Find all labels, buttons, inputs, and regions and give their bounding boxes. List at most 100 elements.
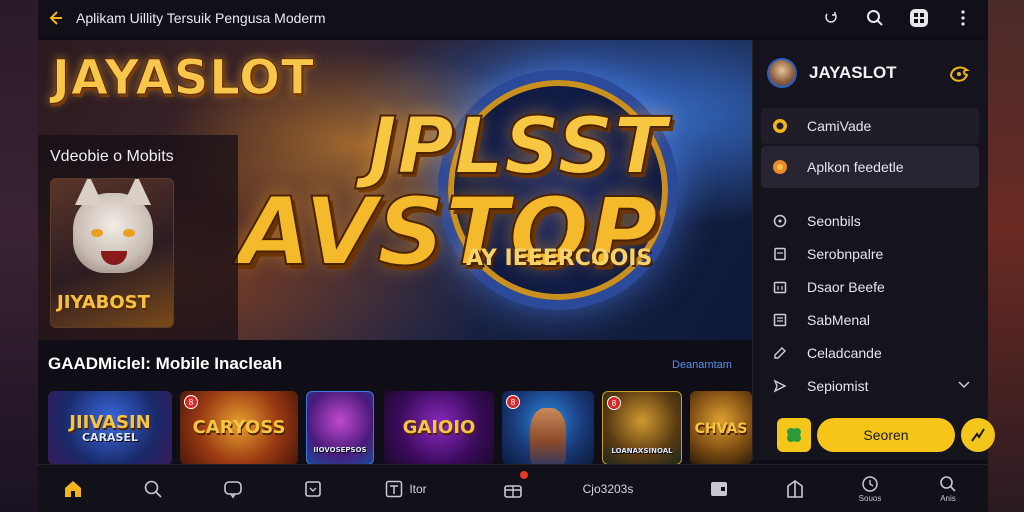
nav-item-itor[interactable]: Itor <box>374 465 438 512</box>
menu-item-label: Dsaor Beefe <box>807 279 885 295</box>
dragon-icon <box>949 66 970 82</box>
menu-item-celadcande[interactable]: Celadcande <box>761 338 979 368</box>
bottom-nav: Itor Cjo3203s Souos Anis <box>38 464 988 512</box>
refresh-button[interactable] <box>820 7 842 29</box>
nav-search[interactable] <box>136 465 170 512</box>
orange-coin-icon <box>771 158 789 176</box>
wing-icon <box>971 428 985 442</box>
search-icon <box>940 476 956 492</box>
nav-rewards[interactable] <box>496 465 530 512</box>
app-window: Aplikam Uillity Tersuik Pengusa Moderm J… <box>38 0 995 512</box>
building-icon <box>787 480 803 498</box>
nav-label: Itor <box>409 482 427 496</box>
game-badge: 8 <box>184 395 198 409</box>
menu-item-label: Sepiomist <box>807 378 869 394</box>
nav-label: Anis <box>940 494 956 503</box>
left-backdrop <box>0 0 40 512</box>
game-tile[interactable]: CHVAS <box>690 391 752 465</box>
apps-icon <box>910 9 928 27</box>
arrow-left-icon <box>49 11 62 25</box>
fighter-character-art <box>530 408 566 464</box>
menu-item-seonbils[interactable]: Seonbils <box>761 206 979 236</box>
game-tile-sub: IIOVOSEPSOS <box>313 445 367 454</box>
hero-banner[interactable]: JAYASLOT JPLSST AVSTOP AY IEEERCOOIS Vde… <box>38 40 752 340</box>
nav-wallet[interactable] <box>296 465 330 512</box>
side-panel: JAYASLOT CamiVade Aplkon feedetle Seonbi… <box>752 40 995 460</box>
nav-cards[interactable] <box>702 465 736 512</box>
nav-home[interactable] <box>56 465 90 512</box>
game-tile-label: CARYOSS <box>192 417 286 438</box>
apps-button[interactable] <box>908 7 930 29</box>
top-actions <box>820 0 974 36</box>
game-tile[interactable]: GAIOIO <box>384 391 494 465</box>
circle-icon <box>771 212 789 230</box>
featured-game-card[interactable]: JIYABOST <box>50 178 174 328</box>
nav-label: Cjo3203s <box>582 482 634 496</box>
game-tile-sub: CARASEL <box>81 430 138 444</box>
chevron-down-icon <box>957 377 971 394</box>
menu-item-serobnpalre[interactable]: Serobnpalre <box>761 239 979 269</box>
clock-icon <box>862 476 878 492</box>
panel-item-camivade[interactable]: CamiVade <box>761 108 979 144</box>
nav-chat[interactable] <box>216 465 250 512</box>
wallet-icon <box>305 481 321 497</box>
game-tile[interactable]: JIIVASIN CARASEL <box>48 391 172 465</box>
game-badge: 8 <box>607 396 621 410</box>
send-icon <box>771 377 789 395</box>
dragon-button[interactable] <box>947 62 971 86</box>
search-icon <box>867 10 883 26</box>
nav-label: Souos <box>858 494 882 503</box>
home-icon <box>65 481 81 497</box>
menu-item-sabmenal[interactable]: SabMenal <box>761 305 979 335</box>
more-menu-button[interactable] <box>952 7 974 29</box>
panel-item-label: Aplkon feedetle <box>807 159 904 175</box>
panel-item-aplkon[interactable]: Aplkon feedetle <box>761 146 979 188</box>
nav-souos[interactable]: Souos <box>850 465 890 512</box>
chat-icon <box>224 481 242 499</box>
see-all-link[interactable]: Deanamtam <box>672 359 732 371</box>
game-tile[interactable]: 8 CARYOSS <box>180 391 298 465</box>
more-vertical-icon <box>961 10 965 26</box>
gift-icon <box>504 485 522 498</box>
game-tile-label: JIIVASIN <box>69 411 151 433</box>
notification-dot <box>520 471 528 479</box>
coin-icon <box>771 117 789 135</box>
game-tile-label: CHVAS <box>694 421 748 437</box>
refresh-icon <box>825 12 837 23</box>
primary-action-button[interactable]: Seoren <box>817 418 955 452</box>
menu-item-sepiomist[interactable]: Sepiomist <box>761 371 979 401</box>
game-row: JIIVASIN CARASEL 8 CARYOSS IIOVOSEPSOS GA… <box>48 391 752 465</box>
nav-anis[interactable]: Anis <box>928 465 968 512</box>
top-bar: Aplikam Uillity Tersuik Pengusa Moderm <box>38 0 988 36</box>
menu-item-dsaor-beefe[interactable]: Dsaor Beefe <box>761 272 979 302</box>
menu-item-label: SabMenal <box>807 312 871 328</box>
hero-caption: Vdeobie o Mobits <box>50 148 174 165</box>
game-tile-label: GAIOIO <box>402 417 476 438</box>
back-button[interactable] <box>38 1 72 35</box>
game-badge: 8 <box>506 395 520 409</box>
hero-subline: AY IEEERCOOIS <box>466 246 653 271</box>
edit-icon <box>771 344 789 362</box>
list-icon <box>771 311 789 329</box>
featured-game-label: JIYABOST <box>57 292 150 313</box>
panel-item-label: CamiVade <box>807 118 872 134</box>
panel-brand: JAYASLOT <box>809 63 897 82</box>
game-tile[interactable]: 8 <box>502 391 594 465</box>
nav-item-code[interactable]: Cjo3203s <box>572 465 644 512</box>
search-icon <box>144 480 162 498</box>
shortcut-button[interactable] <box>777 418 811 452</box>
games-section-title: GAADMiclel: Mobile Inacleah <box>48 354 283 373</box>
search-button[interactable] <box>864 7 886 29</box>
menu-item-label: Celadcande <box>807 345 882 361</box>
wing-button[interactable] <box>961 418 995 452</box>
nav-building[interactable] <box>778 465 812 512</box>
document-icon <box>771 245 789 263</box>
clover-icon <box>787 428 801 442</box>
game-tile[interactable]: IIOVOSEPSOS <box>306 391 374 465</box>
game-tile[interactable]: 8 LOANAXSINOAL <box>602 391 682 465</box>
calendar-icon <box>771 278 789 296</box>
hero-brand-logo: JAYASLOT <box>52 50 315 107</box>
avatar[interactable] <box>767 58 797 88</box>
menu-item-label: Serobnpalre <box>807 246 884 262</box>
cat-character-art <box>73 179 153 273</box>
